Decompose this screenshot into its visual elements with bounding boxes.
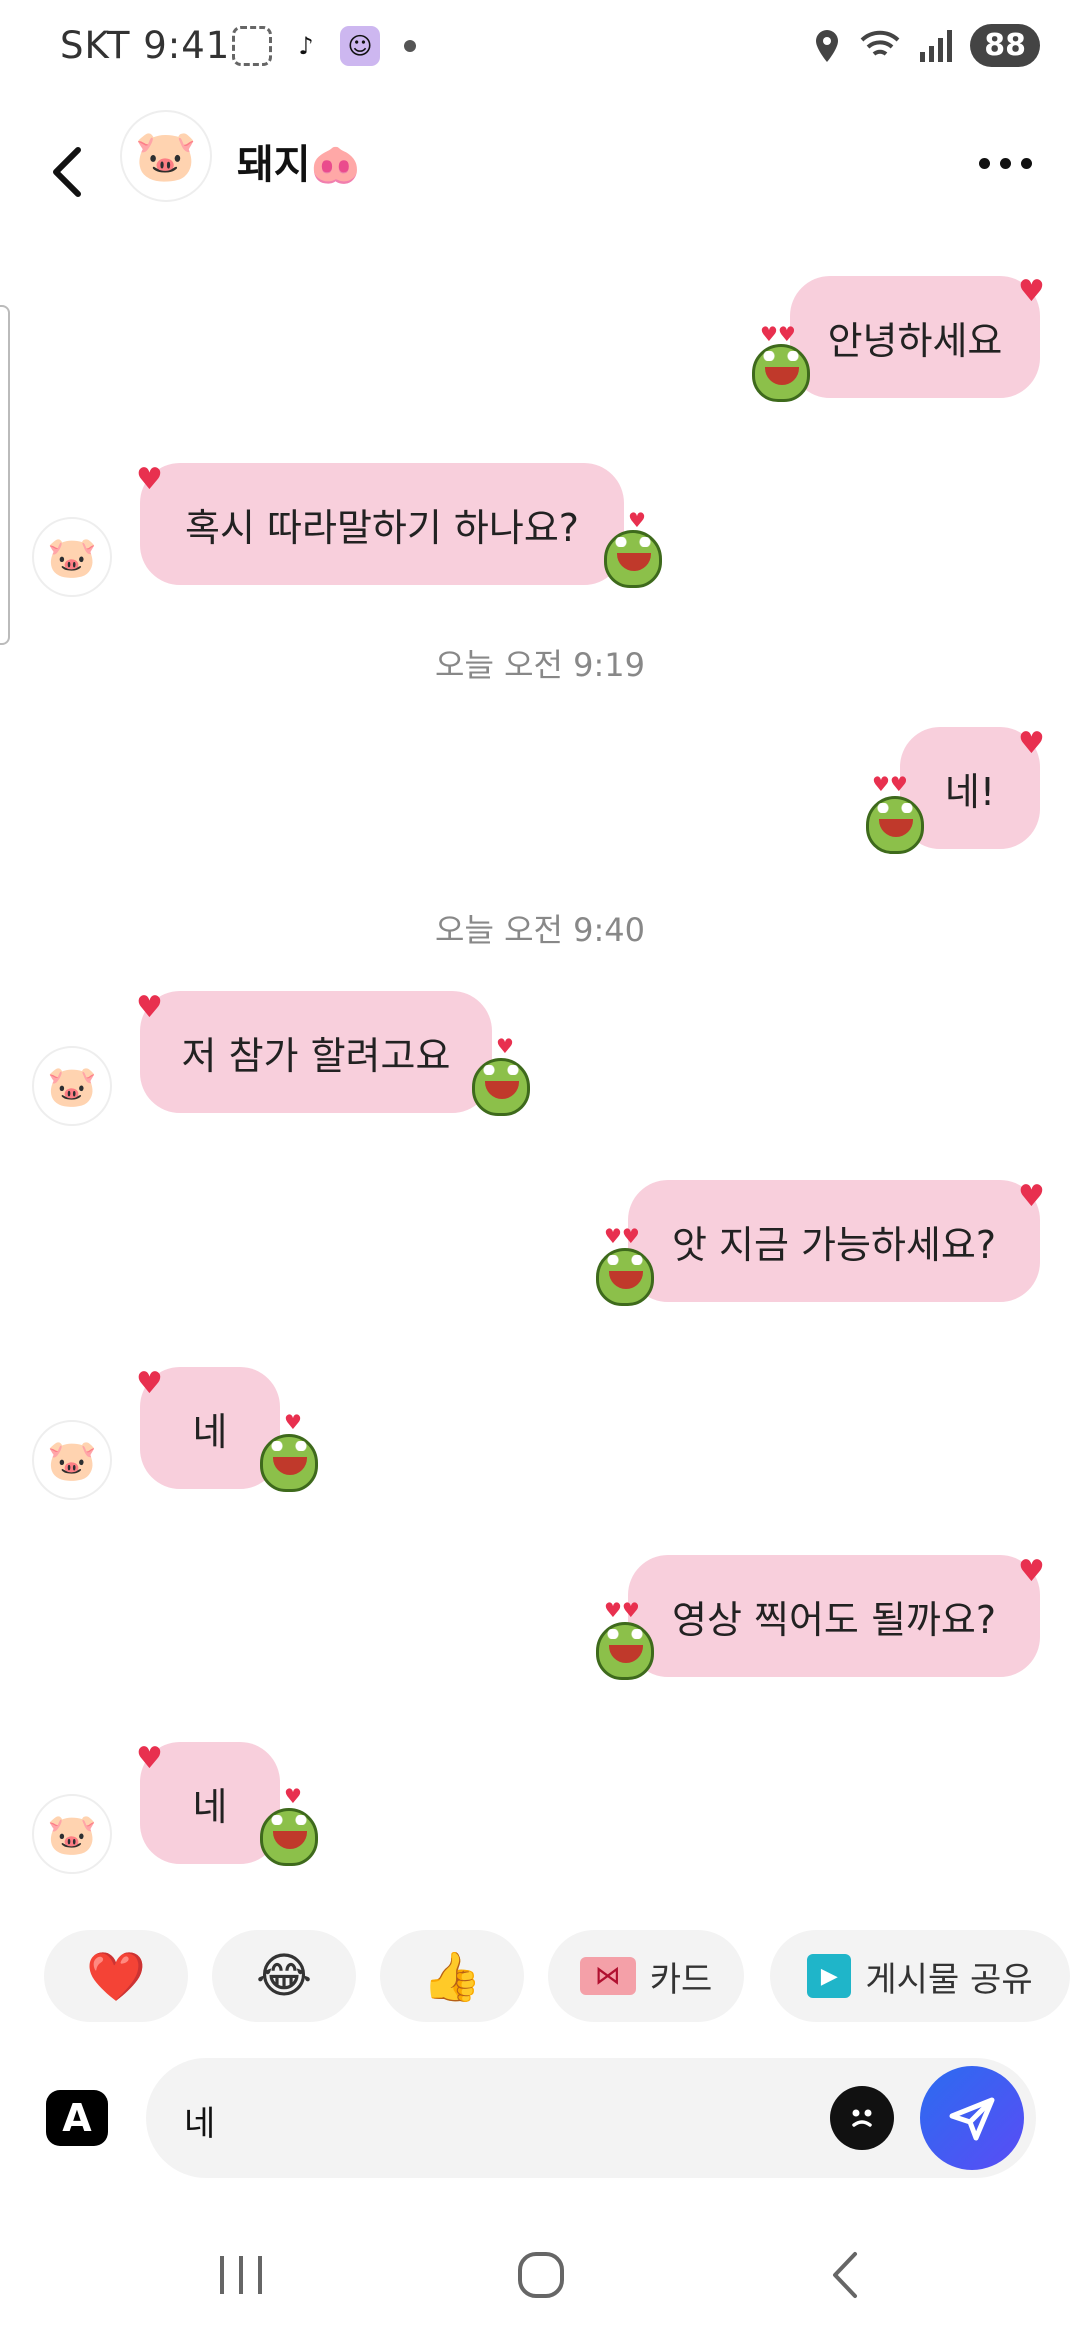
hearts-icon: ♥♥: [760, 322, 796, 346]
chat-screen: SKT 9:41 ♪ ☺ 88 🐷 돼지🐽 안녕하세요 ♥ ♥♥ 🐷 혹시 따라…: [0, 0, 1080, 2340]
signal-icon: [920, 29, 953, 62]
share-post-button[interactable]: ▶ 게시물 공유: [770, 1930, 1070, 2022]
home-button[interactable]: [496, 2240, 586, 2310]
sticker-face-icon: [852, 2109, 872, 2127]
heart-emoji-icon: ❤️: [86, 1948, 146, 2005]
send-button[interactable]: [920, 2066, 1024, 2170]
hearts-icon: ♥♥: [604, 1598, 640, 1622]
dot-icon: [1020, 157, 1032, 169]
frog-sticker-icon: [596, 1622, 654, 1680]
quick-reactions: ❤️ 😂 👍 ⋈ 카드 ▶ 게시물 공유: [0, 1930, 1080, 2030]
message-input[interactable]: 네: [184, 2096, 784, 2145]
heart-icon: ♥: [1018, 1179, 1045, 1214]
battery-level: 88: [970, 24, 1040, 67]
frog-sticker-icon: [260, 1434, 318, 1492]
wifi-icon: [860, 30, 900, 56]
sticker-button[interactable]: [830, 2086, 894, 2150]
frog-sticker-icon: [866, 796, 924, 854]
card-button[interactable]: ⋈ 카드: [548, 1930, 744, 2022]
status-bar: SKT 9:41 ♪ ☺ 88: [0, 0, 1080, 100]
timestamp: 오늘 오전 9:19: [435, 646, 645, 684]
hearts-icon: ♥: [284, 1784, 302, 1808]
message-composer: A 네: [0, 2058, 1080, 2178]
contact-avatar[interactable]: 🐷: [120, 110, 212, 202]
message-bubble[interactable]: 혹시 따라말하기 하나요?: [140, 463, 624, 585]
message-input-container: 네: [146, 2058, 1036, 2178]
message-bubble[interactable]: 앗 지금 가능하세요?: [628, 1180, 1040, 1302]
frog-sticker-icon: [472, 1058, 530, 1116]
message-bubble[interactable]: 안녕하세요: [790, 276, 1040, 398]
message-bubble[interactable]: 저 참가 할려고요: [140, 991, 492, 1113]
scan-icon: [232, 26, 272, 66]
frog-sticker-icon: [260, 1808, 318, 1866]
tiktok-icon: ♪: [286, 26, 326, 66]
card-label: 카드: [649, 1959, 713, 2000]
notification-dot-icon: [404, 40, 416, 52]
hearts-icon: ♥: [284, 1410, 302, 1434]
location-icon: [816, 29, 839, 62]
heart-icon: ♥: [136, 990, 163, 1025]
send-arrow-icon: [949, 2097, 995, 2141]
scrollbar[interactable]: [0, 305, 10, 645]
hearts-icon: ♥: [496, 1034, 514, 1058]
reaction-thumbs-up-button[interactable]: 👍: [380, 1930, 524, 2022]
hearts-icon: ♥♥: [872, 772, 908, 796]
recent-apps-icon: [220, 2256, 262, 2294]
back-nav-icon: [833, 2252, 857, 2298]
home-icon: [518, 2252, 564, 2298]
back-nav-button[interactable]: [800, 2240, 890, 2310]
heart-icon: ♥: [1018, 726, 1045, 761]
recent-apps-button[interactable]: [196, 2240, 286, 2310]
play-share-icon: ▶: [807, 1954, 852, 1998]
gift-card-icon: ⋈: [579, 1957, 636, 1995]
contact-name[interactable]: 돼지🐽: [237, 132, 360, 190]
contact-avatar-small[interactable]: 🐷: [32, 517, 112, 597]
font-style-button[interactable]: A: [46, 2090, 108, 2146]
status-right: 88: [812, 24, 1040, 67]
status-time: SKT 9:41: [60, 24, 231, 67]
more-options-button[interactable]: [970, 138, 1040, 188]
hearts-icon: ♥♥: [604, 1224, 640, 1248]
chat-header: 🐷 돼지🐽: [0, 110, 1080, 240]
reaction-laugh-button[interactable]: 😂: [212, 1930, 356, 2022]
system-navigation-bar: [0, 2200, 1080, 2340]
dot-icon: [978, 157, 990, 169]
app-face-icon: ☺: [340, 26, 380, 66]
laugh-emoji-icon: 😂: [255, 1948, 313, 2004]
heart-icon: ♥: [1018, 274, 1045, 309]
dot-icon: [999, 157, 1011, 169]
heart-icon: ♥: [1018, 1554, 1045, 1589]
reaction-heart-button[interactable]: ❤️: [44, 1930, 188, 2022]
contact-avatar-small[interactable]: 🐷: [32, 1794, 112, 1874]
frog-sticker-icon: [752, 344, 810, 402]
frog-sticker-icon: [604, 530, 662, 588]
hearts-icon: ♥: [628, 508, 646, 532]
heart-icon: ♥: [136, 1741, 163, 1776]
timestamp: 오늘 오전 9:40: [435, 911, 645, 949]
contact-avatar-small[interactable]: 🐷: [32, 1420, 112, 1500]
status-app-icons: ♪ ☺: [232, 26, 416, 66]
contact-avatar-small[interactable]: 🐷: [32, 1046, 112, 1126]
heart-icon: ♥: [136, 462, 163, 497]
heart-icon: ♥: [136, 1366, 163, 1401]
message-bubble[interactable]: 영상 찍어도 될까요?: [628, 1555, 1040, 1677]
thumbs-up-emoji-icon: 👍: [422, 1948, 482, 2005]
frog-sticker-icon: [596, 1248, 654, 1306]
back-arrow-icon: [53, 147, 81, 197]
back-button[interactable]: [36, 132, 96, 212]
share-label: 게시물 공유: [865, 1959, 1033, 2000]
